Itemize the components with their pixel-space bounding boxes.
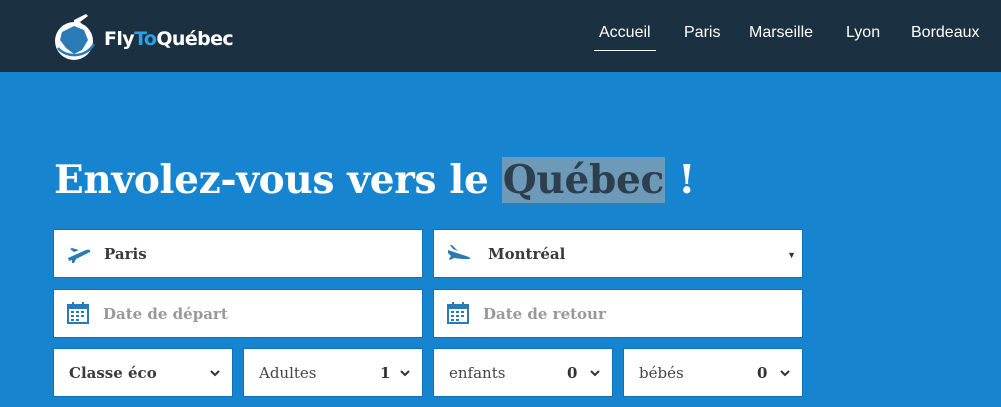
infants-select[interactable]: bébés 0 — [623, 348, 803, 397]
plane-landing-icon — [448, 245, 471, 260]
infants-count: 0 — [757, 363, 768, 382]
departure-date-field[interactable]: Date de départ — [53, 289, 423, 338]
class-select[interactable]: Classe éco — [53, 348, 233, 397]
children-select[interactable]: enfants 0 — [433, 348, 613, 397]
nav-item-lyon[interactable]: Lyon — [846, 24, 880, 42]
calendar-icon — [67, 302, 89, 324]
origin-value: Paris — [104, 244, 147, 263]
hero-title: Envolez-vous vers le Québec ! — [54, 157, 696, 203]
nav-item-bordeaux[interactable]: Bordeaux — [911, 24, 980, 42]
destination-select[interactable]: Montréal ▼ — [433, 229, 803, 278]
infants-label: bébés — [639, 363, 684, 382]
navbar: FlyToQuébec Accueil Paris Marseille Lyon… — [0, 0, 1001, 72]
return-date-placeholder: Date de retour — [483, 304, 606, 323]
departure-date-placeholder: Date de départ — [103, 304, 228, 323]
adults-select[interactable]: Adultes 1 — [243, 348, 423, 397]
nav-item-paris[interactable]: Paris — [684, 24, 720, 42]
select-caret-icon: ▼ — [787, 250, 796, 260]
brand-logo[interactable]: FlyToQuébec — [52, 10, 234, 62]
destination-value: Montréal — [488, 244, 566, 263]
chevron-down-icon — [210, 370, 220, 377]
children-count: 0 — [567, 363, 578, 382]
return-date-field[interactable]: Date de retour — [433, 289, 803, 338]
children-label: enfants — [449, 363, 506, 382]
origin-field[interactable]: Paris — [53, 229, 423, 278]
plane-takeoff-icon — [68, 248, 91, 263]
hero-title-highlight: Québec — [501, 157, 665, 203]
adults-label: Adultes — [259, 363, 317, 382]
chevron-down-icon — [400, 370, 410, 377]
nav-item-marseille[interactable]: Marseille — [749, 24, 813, 42]
chevron-down-icon — [590, 370, 600, 377]
class-value: Classe éco — [69, 363, 157, 382]
brand-name: FlyToQuébec — [104, 28, 234, 50]
adults-count: 1 — [380, 363, 391, 382]
nav-item-accueil[interactable]: Accueil — [594, 24, 656, 51]
globe-plane-icon — [52, 10, 100, 62]
chevron-down-icon — [780, 370, 790, 377]
calendar-icon — [447, 302, 469, 324]
